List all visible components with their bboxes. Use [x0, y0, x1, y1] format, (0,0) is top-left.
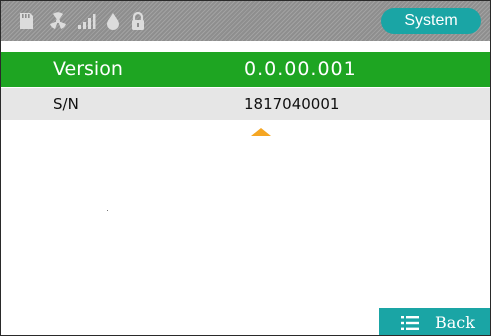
status-bar: System [1, 1, 490, 41]
info-row-serial-number[interactable]: S/N 1817040001 [1, 88, 490, 120]
row-value: 1817040001 [244, 95, 340, 113]
sd-card-icon [15, 10, 37, 32]
radiation-icon [47, 10, 69, 32]
device-screen: System Version 0.0.00.001 S/N 1817040001… [0, 0, 491, 336]
row-label: S/N [53, 95, 79, 113]
screen-speck [107, 210, 108, 211]
row-label: Version [53, 58, 123, 80]
system-mode-button[interactable]: System [381, 8, 481, 34]
row-value: 0.0.00.001 [244, 58, 357, 80]
signal-icon [75, 10, 97, 32]
info-row-version[interactable]: Version 0.0.00.001 [1, 52, 490, 87]
scroll-up-arrow-icon[interactable] [251, 128, 271, 136]
list-icon [401, 316, 419, 330]
lock-icon [127, 10, 149, 32]
back-button-label: Back [435, 313, 475, 332]
drop-icon [102, 10, 124, 32]
back-button[interactable]: Back [379, 308, 490, 335]
